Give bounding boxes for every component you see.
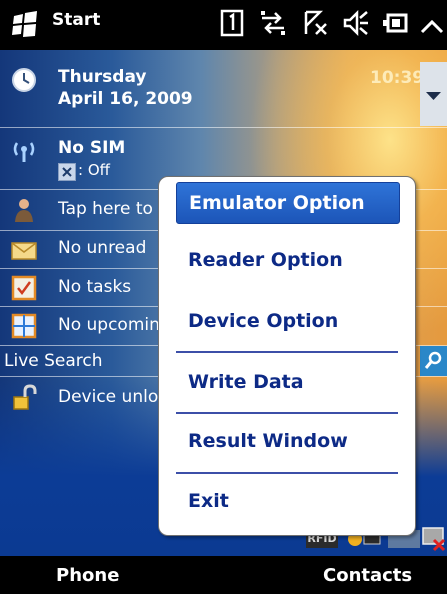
radio-status-label: : Off [78,161,110,179]
sim-status-label[interactable]: No SIM [58,138,125,158]
menu-separator [176,472,398,474]
menu-item-result-window[interactable]: Result Window [176,421,398,461]
day-label: Thursday [58,67,147,87]
windows-flag-icon[interactable] [12,11,38,37]
volume-off-icon[interactable] [340,8,370,38]
menu-item-label: Device Option [188,310,339,332]
menu-item-label: Reader Option [188,249,343,271]
menu-item-label: Exit [188,490,229,512]
connectivity-icon[interactable] [258,8,288,38]
clock-icon[interactable] [10,66,38,94]
date-display[interactable]: Thursday April 16, 2009 [58,66,193,110]
date-label: April 16, 2009 [58,89,193,109]
connection-tray-icon[interactable] [420,522,447,552]
close-icon[interactable] [418,8,446,38]
menu-item-emulator-option[interactable]: Emulator Option [176,182,400,224]
calendar-label[interactable]: No upcomin [58,315,160,335]
contacts-softkey[interactable]: Contacts [323,565,412,586]
phone-softkey[interactable]: Phone [56,565,119,586]
menu-item-device-option[interactable]: Device Option [176,301,398,341]
messages-label[interactable]: No unread [58,238,146,258]
envelope-icon[interactable] [10,236,38,264]
menu-separator [176,412,398,414]
battery-icon[interactable] [382,8,412,38]
menu-item-label: Result Window [188,430,348,452]
menu-item-label: Write Data [188,371,304,393]
signal-off-icon[interactable] [300,8,330,38]
menu-item-reader-option[interactable]: Reader Option [176,240,398,280]
start-menu-label[interactable]: Start [52,10,100,30]
menu-separator [176,351,398,353]
unlock-icon[interactable] [10,384,38,412]
radio-off-icon [58,163,76,181]
owner-person-icon[interactable] [10,196,38,224]
owner-info-label[interactable]: Tap here to [58,199,153,219]
menu-item-write-data[interactable]: Write Data [176,362,398,402]
device-lock-label[interactable]: Device unlo [58,387,158,407]
row-divider [0,127,447,128]
search-button[interactable] [420,346,447,376]
calendar-icon[interactable] [10,312,38,340]
date-dropdown-button[interactable] [420,62,447,126]
menu-item-label: Emulator Option [189,192,365,214]
antenna-icon[interactable] [10,138,38,166]
tasks-icon[interactable] [10,274,38,302]
tasks-label[interactable]: No tasks [58,277,131,297]
menu-item-exit[interactable]: Exit [176,481,398,521]
sim-card-icon[interactable] [218,8,248,38]
